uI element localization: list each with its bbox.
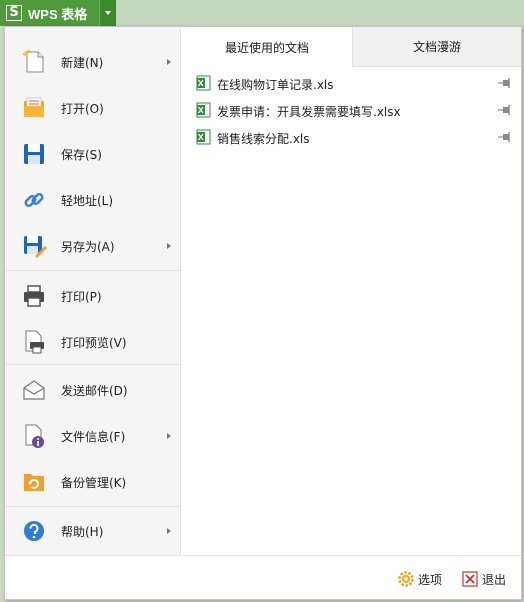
pin-icon[interactable] xyxy=(498,129,514,145)
wps-app-menu-button[interactable]: S WPS 表格 xyxy=(0,0,116,26)
print-preview-icon xyxy=(25,330,44,354)
exit-button[interactable]: 退出 xyxy=(462,570,506,588)
close-icon xyxy=(462,571,478,587)
options-button[interactable]: 选项 xyxy=(398,570,442,588)
file-menu-panel: 新建(N) 打开(O) 保存(S) 轻地址(L) 另存为(A) 打印(P) 打印… xyxy=(4,26,522,600)
menu-item-label: 备份管理(K) xyxy=(61,476,127,490)
menu-item-backup[interactable]: 备份管理(K) xyxy=(5,459,181,505)
wps-logo-icon: S xyxy=(6,5,22,21)
help-icon xyxy=(24,521,44,541)
menu-item-label: 轻地址(L) xyxy=(61,194,114,208)
excel-file-icon xyxy=(196,129,211,145)
menu-item-label: 打印预览(V) xyxy=(61,336,127,350)
save-as-icon xyxy=(24,236,47,258)
app-title: WPS 表格 xyxy=(28,6,88,22)
recent-doc-name: 销售线索分配.xls xyxy=(217,132,310,146)
pin-icon[interactable] xyxy=(498,75,514,91)
recent-doc-name: 在线购物订单记录.xls xyxy=(217,78,334,92)
menu-item-label: 另存为(A) xyxy=(61,240,115,254)
menu-item-print-preview[interactable]: 打印预览(V) xyxy=(5,319,181,365)
menu-item-label: 文件信息(F) xyxy=(61,430,126,444)
menu-item-label: 帮助(H) xyxy=(61,525,104,539)
submenu-arrow-icon xyxy=(167,243,171,249)
file-menu-list: 新建(N) 打开(O) 保存(S) 轻地址(L) 另存为(A) 打印(P) 打印… xyxy=(5,27,181,555)
pin-icon[interactable] xyxy=(498,102,514,118)
menu-divider xyxy=(5,364,181,365)
file-info-icon xyxy=(25,424,44,448)
menu-item-label: 新建(N) xyxy=(61,56,104,70)
menu-item-save[interactable]: 保存(S) xyxy=(5,131,181,177)
menu-item-help[interactable]: 帮助(H) xyxy=(5,508,181,554)
excel-file-icon xyxy=(196,75,211,91)
recent-doc-item[interactable]: 发票申请：开具发票需要填写.xlsx xyxy=(192,99,514,121)
exit-label: 退出 xyxy=(482,572,507,587)
document-tabs: 最近使用的文档 文档漫游 xyxy=(182,27,521,67)
menu-divider xyxy=(5,270,181,271)
open-folder-icon xyxy=(24,97,44,117)
chevron-down-icon xyxy=(104,11,111,15)
gear-icon xyxy=(398,571,414,587)
menu-footer: 选项 退出 xyxy=(5,555,521,599)
excel-file-icon xyxy=(196,102,211,118)
new-document-icon xyxy=(22,49,44,73)
tab-document-roaming[interactable]: 文档漫游 xyxy=(352,27,521,67)
save-icon xyxy=(24,144,44,164)
link-icon xyxy=(24,192,44,208)
menu-item-light-address[interactable]: 轻地址(L) xyxy=(5,177,181,223)
recent-doc-item[interactable]: 销售线索分配.xls xyxy=(192,126,514,148)
document-panel: 最近使用的文档 文档漫游 在线购物订单记录.xls 发票申请：开具发票需要填写.… xyxy=(182,27,521,555)
menu-item-file-info[interactable]: 文件信息(F) xyxy=(5,413,181,459)
menu-divider xyxy=(5,506,181,507)
menu-item-label: 打开(O) xyxy=(61,102,104,116)
menu-item-open[interactable]: 打开(O) xyxy=(5,85,181,131)
options-label: 选项 xyxy=(418,572,443,587)
menu-item-label: 保存(S) xyxy=(61,148,102,162)
recent-doc-item[interactable]: 在线购物订单记录.xls xyxy=(192,72,514,94)
submenu-arrow-icon xyxy=(167,528,171,534)
menu-item-print[interactable]: 打印(P) xyxy=(5,273,181,319)
recent-doc-name: 发票申请：开具发票需要填写.xlsx xyxy=(217,105,401,119)
printer-icon xyxy=(24,285,44,307)
title-bar: S WPS 表格 xyxy=(0,0,524,26)
menu-item-label: 打印(P) xyxy=(61,290,102,304)
menu-item-new[interactable]: 新建(N) xyxy=(5,39,181,85)
app-menu-dropdown-arrow[interactable] xyxy=(99,0,115,26)
tab-recent-documents[interactable]: 最近使用的文档 xyxy=(182,27,352,67)
menu-item-label: 发送邮件(D) xyxy=(61,384,128,398)
submenu-arrow-icon xyxy=(167,433,171,439)
mail-icon xyxy=(23,380,45,400)
backup-icon xyxy=(24,474,44,491)
menu-item-save-as[interactable]: 另存为(A) xyxy=(5,223,181,269)
submenu-arrow-icon xyxy=(167,59,171,65)
menu-item-send-mail[interactable]: 发送邮件(D) xyxy=(5,367,181,413)
